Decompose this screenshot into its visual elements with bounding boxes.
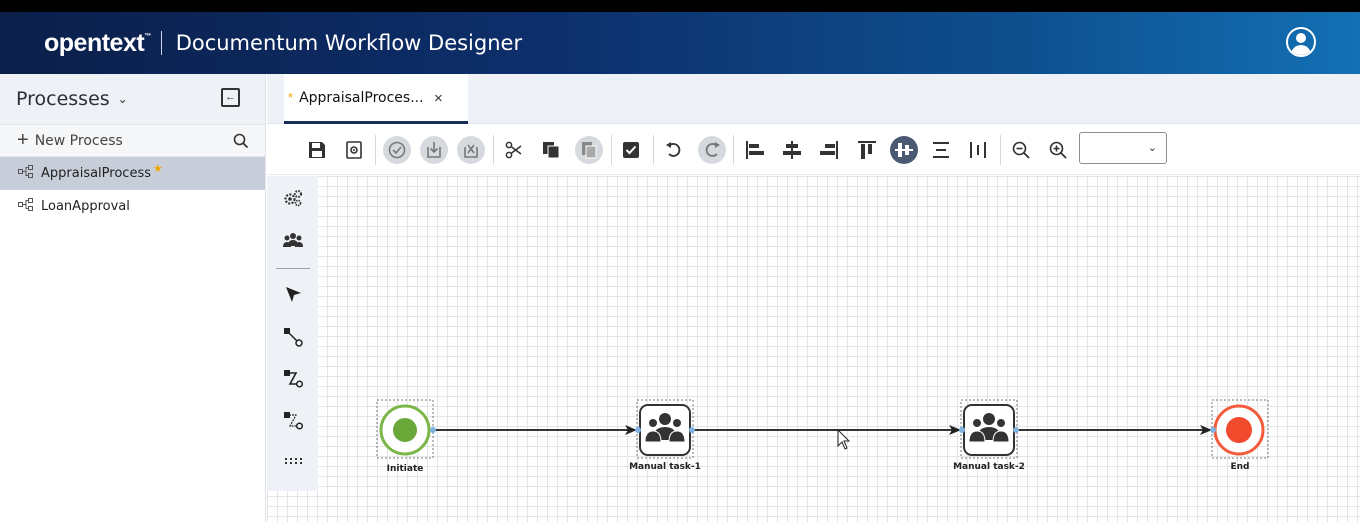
- diagram-canvas[interactable]: Initiate Manual task-1 Manual task-2 End: [267, 176, 1360, 522]
- user-avatar-icon[interactable]: [1286, 27, 1316, 57]
- sidebar-header: Processes ⌄ ←: [0, 74, 265, 124]
- node-label-manual-task-1: Manual task-1: [629, 462, 701, 472]
- opentext-logo: opentext™: [44, 29, 151, 58]
- mouse-cursor-icon: [837, 428, 851, 450]
- node-label-initiate: Initiate: [386, 464, 424, 474]
- zoom-out-icon[interactable]: [1007, 136, 1035, 164]
- uninstall-icon[interactable]: [457, 136, 485, 164]
- properties-gear-icon[interactable]: [340, 136, 368, 164]
- header-divider: [160, 31, 162, 55]
- search-icon[interactable]: [233, 133, 249, 154]
- connector-tool-icon[interactable]: [279, 323, 307, 351]
- toolbar-separator: [611, 135, 612, 165]
- align-center-icon[interactable]: [778, 136, 806, 164]
- processes-sidebar: Processes ⌄ ← + New Process AppraisalPro…: [0, 74, 266, 522]
- save-icon[interactable]: [303, 136, 331, 164]
- processes-dropdown[interactable]: Processes: [16, 88, 110, 110]
- editor-toolbar: ⌄: [267, 124, 1360, 175]
- logo-text: opentext: [44, 28, 145, 57]
- sidebar-item-loanapproval[interactable]: LoanApproval: [0, 190, 265, 223]
- align-middle-icon[interactable]: [890, 136, 918, 164]
- toolbar-separator: [375, 135, 376, 165]
- toolbar-separator: [733, 135, 734, 165]
- copy-icon[interactable]: [537, 136, 565, 164]
- connection-port[interactable]: [959, 427, 965, 433]
- undo-icon[interactable]: [660, 136, 688, 164]
- app-header: opentext™ Documentum Workflow Designer: [0, 12, 1360, 74]
- install-icon[interactable]: [420, 136, 448, 164]
- shape-palette: [267, 176, 318, 491]
- manual-task-users-icon[interactable]: [279, 226, 307, 254]
- logo-tm: ™: [144, 32, 151, 40]
- distribute-horizontal-icon[interactable]: [964, 136, 992, 164]
- toolbar-separator: [653, 135, 654, 165]
- cut-icon[interactable]: [500, 136, 528, 164]
- connection-port[interactable]: [430, 427, 436, 433]
- chevron-down-icon[interactable]: ⌄: [118, 92, 128, 106]
- node-label-manual-task-2: Manual task-2: [953, 462, 1025, 472]
- connection-port[interactable]: [635, 427, 641, 433]
- tab-appraisalprocess[interactable]: * AppraisalProces... ×: [284, 74, 468, 124]
- validate-icon[interactable]: [383, 136, 411, 164]
- sidebar-item-label: LoanApproval: [41, 199, 130, 214]
- pointer-arrow-icon[interactable]: [279, 280, 307, 308]
- select-all-checkbox-icon[interactable]: [617, 136, 645, 164]
- toolbar-separator: [1000, 135, 1001, 165]
- top-black-bar: [0, 0, 1360, 12]
- align-left-icon[interactable]: [741, 136, 769, 164]
- align-right-icon[interactable]: [815, 136, 843, 164]
- unsaved-star-icon: ★: [153, 162, 163, 175]
- plus-icon[interactable]: +: [17, 129, 29, 152]
- app-title: Documentum Workflow Designer: [175, 31, 523, 55]
- distribute-vertical-icon[interactable]: [927, 136, 955, 164]
- connection-port[interactable]: [1210, 427, 1216, 433]
- end-event-core: [1226, 417, 1252, 443]
- new-process-button[interactable]: New Process: [35, 133, 123, 149]
- zoom-level-select[interactable]: ⌄: [1079, 132, 1167, 164]
- redo-icon[interactable]: [698, 136, 726, 164]
- unsaved-star-icon: *: [288, 90, 294, 105]
- new-process-row: + New Process: [0, 124, 265, 157]
- palette-separator: [276, 268, 310, 269]
- reject-link-tool-icon[interactable]: [279, 407, 307, 435]
- collapse-sidebar-icon[interactable]: ←: [221, 88, 240, 107]
- sidebar-item-appraisalprocess[interactable]: AppraisalProcess ★: [0, 157, 265, 190]
- chevron-down-icon: ⌄: [1147, 142, 1157, 154]
- sidebar-item-label: AppraisalProcess: [41, 166, 151, 181]
- activity-gears-icon[interactable]: [279, 184, 307, 212]
- toolbar-separator: [493, 135, 494, 165]
- align-top-icon[interactable]: [853, 136, 881, 164]
- process-icon: [18, 165, 33, 182]
- connection-port[interactable]: [1013, 427, 1019, 433]
- process-icon: [18, 198, 33, 215]
- close-icon[interactable]: ×: [434, 90, 443, 107]
- tab-label: AppraisalProces...: [299, 89, 424, 106]
- editor-tabbar: * AppraisalProces... ×: [267, 74, 1360, 124]
- start-event-core: [393, 418, 417, 442]
- node-label-end: End: [1230, 462, 1250, 472]
- paste-icon[interactable]: [575, 136, 603, 164]
- connection-port[interactable]: [689, 427, 695, 433]
- more-tools-dots-icon[interactable]: [279, 447, 307, 475]
- link-tool-icon[interactable]: [279, 365, 307, 393]
- zoom-in-icon[interactable]: [1044, 136, 1072, 164]
